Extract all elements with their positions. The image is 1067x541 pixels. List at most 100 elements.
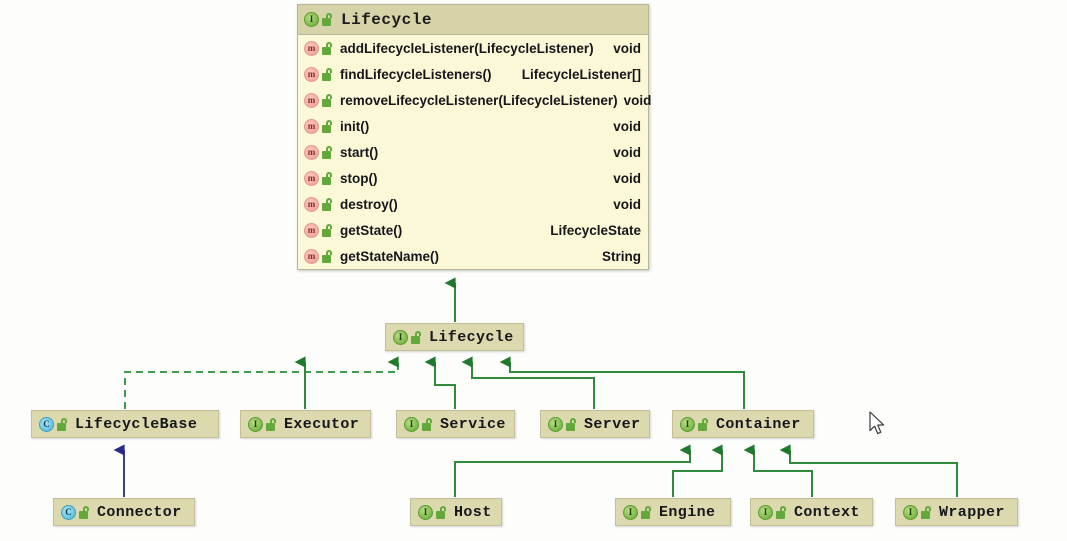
public-unlocked-icon [322, 41, 333, 55]
method-icon: m [304, 92, 319, 108]
member-name: init() [340, 118, 370, 134]
edge-wrapper-to-container [779, 444, 958, 497]
member-row[interactable]: m init() void [298, 113, 648, 139]
class-node-label: Service [440, 415, 506, 433]
member-row[interactable]: m getState() LifecycleState [298, 217, 648, 243]
edge-host-to-container [454, 444, 691, 497]
interface-icon: I [248, 416, 263, 432]
interface-icon: I [304, 12, 319, 27]
method-icon: m [304, 40, 319, 56]
class-icon: C [61, 504, 76, 520]
class-node-label: Connector [97, 503, 182, 521]
member-row[interactable]: m destroy() void [298, 191, 648, 217]
member-return-type: void [613, 40, 641, 56]
method-icon: m [304, 170, 319, 186]
public-unlocked-icon [322, 119, 333, 133]
member-return-type: LifecycleListener[] [521, 66, 641, 82]
interface-icon: I [680, 416, 695, 432]
member-name: start() [340, 144, 379, 160]
public-unlocked-icon [698, 417, 709, 431]
member-row[interactable]: m stop() void [298, 165, 648, 191]
member-name: destroy() [340, 196, 398, 212]
class-node-executor[interactable]: I Executor [240, 410, 371, 438]
member-name: stop() [340, 170, 378, 186]
detail-box-title: Lifecycle [341, 10, 432, 29]
detail-box-header[interactable]: I Lifecycle [298, 5, 648, 35]
public-unlocked-icon [57, 417, 68, 431]
member-row[interactable]: m start() void [298, 139, 648, 165]
mouse-pointer-icon [869, 411, 885, 435]
member-name: addLifecycleListener(LifecycleListener) [340, 40, 594, 56]
member-return-type: void [613, 144, 641, 160]
class-node-service[interactable]: I Service [396, 410, 515, 438]
edge-engine-to-container [672, 444, 723, 497]
class-node-label: LifecycleBase [75, 415, 198, 433]
public-unlocked-icon [422, 417, 433, 431]
edge-container-to-lifecycle [499, 356, 745, 409]
class-node-container[interactable]: I Container [672, 410, 814, 438]
interface-icon: I [903, 504, 918, 520]
member-name: removeLifecycleListener(LifecycleListene… [340, 92, 618, 108]
public-unlocked-icon [322, 67, 333, 81]
member-row[interactable]: m findLifecycleListeners() LifecycleListen… [298, 61, 648, 87]
member-name: getStateName() [340, 248, 440, 264]
public-unlocked-icon [322, 145, 333, 159]
member-return-type: void [623, 92, 652, 108]
public-unlocked-icon [79, 505, 90, 519]
interface-icon: I [404, 416, 419, 432]
public-unlocked-icon [411, 330, 422, 344]
method-icon: m [304, 66, 319, 82]
edge-context-to-container [743, 444, 813, 497]
class-node-label: Host [454, 503, 492, 521]
public-unlocked-icon [266, 417, 277, 431]
class-node-context[interactable]: I Context [750, 498, 873, 526]
member-row[interactable]: m getStateName() String [298, 243, 648, 269]
interface-icon: I [758, 504, 773, 520]
member-list: m addLifecycleListener(LifecycleListener)… [298, 35, 651, 269]
public-unlocked-icon [776, 505, 787, 519]
class-node-label: Server [584, 415, 641, 433]
member-row[interactable]: m addLifecycleListener(LifecycleListener)… [298, 35, 648, 61]
interface-icon: I [548, 416, 563, 432]
diagram-canvas: I Lifecycle m addLifecycleListener(Lifecy… [0, 0, 1067, 541]
public-unlocked-icon [641, 505, 652, 519]
class-node-lifecycle[interactable]: I Lifecycle [385, 323, 524, 351]
class-node-wrapper[interactable]: I Wrapper [895, 498, 1018, 526]
method-icon: m [304, 196, 319, 212]
class-node-lifecyclebase[interactable]: C LifecycleBase [31, 410, 219, 438]
public-unlocked-icon [322, 171, 333, 185]
class-node-label: Container [716, 415, 801, 433]
member-name: getState() [340, 222, 403, 238]
member-row[interactable]: m removeLifecycleListener(LifecycleListen… [298, 87, 651, 113]
edge-server-to-lifecycle [461, 356, 595, 409]
public-unlocked-icon [322, 249, 333, 263]
class-node-engine[interactable]: I Engine [615, 498, 731, 526]
method-icon: m [304, 248, 319, 264]
member-return-type: LifecycleState [550, 222, 641, 238]
public-unlocked-icon [322, 93, 333, 107]
class-node-server[interactable]: I Server [540, 410, 650, 438]
public-unlocked-icon [566, 417, 577, 431]
class-detail-box-lifecycle[interactable]: I Lifecycle m addLifecycleListener(Lifecy… [297, 4, 651, 270]
method-icon: m [304, 222, 319, 238]
class-icon: C [39, 416, 54, 432]
class-node-label: Wrapper [939, 503, 1005, 521]
public-unlocked-icon [322, 197, 333, 211]
class-node-label: Lifecycle [429, 328, 514, 346]
public-unlocked-icon [322, 223, 333, 237]
member-return-type: void [613, 170, 641, 186]
interface-icon: I [393, 329, 408, 345]
class-node-connector[interactable]: C Connector [53, 498, 195, 526]
class-node-label: Executor [284, 415, 360, 433]
class-node-label: Context [794, 503, 860, 521]
public-unlocked-icon [921, 505, 932, 519]
edge-service-to-lifecycle [424, 356, 456, 409]
member-return-type: void [613, 118, 641, 134]
interface-icon: I [623, 504, 638, 520]
class-node-host[interactable]: I Host [410, 498, 502, 526]
member-return-type: String [602, 248, 641, 264]
edge-lifecyclebase-to-lifecycle [124, 356, 399, 409]
public-unlocked-icon [322, 13, 333, 26]
method-icon: m [304, 144, 319, 160]
member-name: findLifecycleListeners() [340, 66, 492, 82]
